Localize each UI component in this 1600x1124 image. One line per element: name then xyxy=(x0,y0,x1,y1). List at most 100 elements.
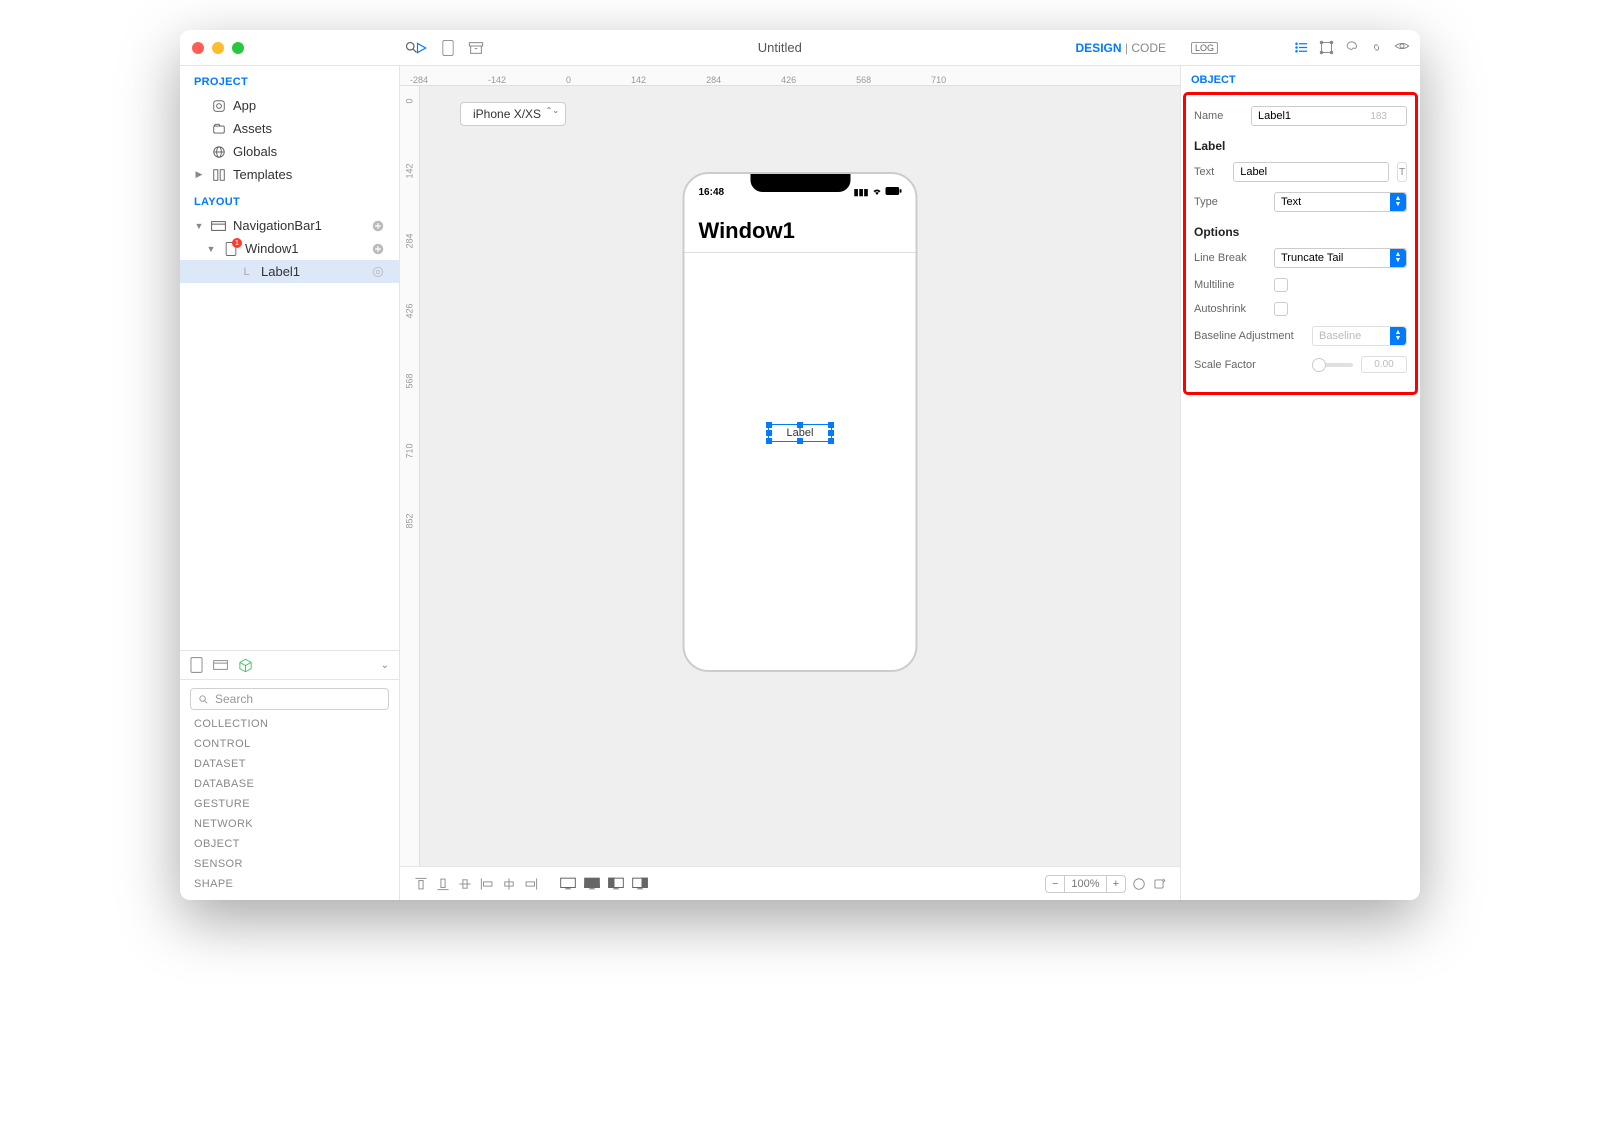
palette-category[interactable]: DATABASE xyxy=(190,770,389,790)
scalefactor-slider xyxy=(1312,363,1353,367)
tree-label: Window1 xyxy=(245,241,298,256)
name-id: 183 xyxy=(1370,111,1387,122)
layout-header: LAYOUT xyxy=(180,186,399,214)
name-label: Name xyxy=(1194,110,1243,122)
tree-label: Assets xyxy=(233,121,272,136)
palette-toolbar: ⌄ xyxy=(180,650,399,679)
device-icon[interactable] xyxy=(190,657,203,673)
align-bottom-icon[interactable] xyxy=(436,877,450,891)
palette-search[interactable]: Search xyxy=(190,688,389,710)
palette-category[interactable]: DATASET xyxy=(190,750,389,770)
autoshrink-label: Autoshrink xyxy=(1194,303,1266,315)
wifi-icon xyxy=(872,187,883,198)
type-select[interactable]: Text ▲▼ xyxy=(1274,192,1407,212)
globe-icon xyxy=(211,144,226,159)
baseline-select: Baseline ▲▼ xyxy=(1312,326,1407,346)
alignment-tools xyxy=(414,877,648,891)
navbar-small-icon[interactable] xyxy=(213,660,228,670)
type-label: Type xyxy=(1194,196,1266,208)
folder-icon xyxy=(211,121,226,136)
cube-icon[interactable] xyxy=(238,658,253,673)
minimize-icon[interactable] xyxy=(212,42,224,54)
zoom-icon[interactable] xyxy=(232,42,244,54)
zoom-value: 100% xyxy=(1065,876,1105,892)
palette-category[interactable]: SHAPE xyxy=(190,870,389,890)
baseline-label: Baseline Adjustment xyxy=(1194,330,1304,342)
autoshrink-checkbox[interactable] xyxy=(1274,302,1288,316)
device-selector[interactable]: iPhone X/XS xyxy=(460,102,566,126)
tree-item-assets[interactable]: Assets xyxy=(180,117,399,140)
inspector-header: OBJECT xyxy=(1181,66,1420,92)
time: 16:48 xyxy=(699,187,725,198)
badge: 1 xyxy=(232,238,242,248)
project-header: PROJECT xyxy=(180,66,399,94)
tree-item-templates[interactable]: ▶ Templates xyxy=(180,163,399,186)
ruler-vertical: 0 142 284 426 568 710 852 xyxy=(400,86,420,866)
tree-label: Label1 xyxy=(261,264,300,279)
rotate-icon[interactable] xyxy=(1152,877,1166,891)
tree-item-globals[interactable]: Globals xyxy=(180,140,399,163)
chevron-down-icon[interactable]: ⌄ xyxy=(381,660,389,671)
screen-icon[interactable] xyxy=(560,877,576,891)
window-icon: 1 xyxy=(223,241,238,256)
align-top-icon[interactable] xyxy=(414,877,428,891)
canvas[interactable]: iPhone X/XS 16:48 ▮▮▮ xyxy=(420,86,1180,866)
tree-item-app[interactable]: App xyxy=(180,94,399,117)
options-section: Options xyxy=(1194,217,1407,243)
linebreak-select[interactable]: Truncate Tail ▲▼ xyxy=(1274,248,1407,268)
bottom-toolbar: − 100% + xyxy=(400,866,1180,900)
add-icon[interactable] xyxy=(371,219,385,233)
battery-icon xyxy=(886,187,902,198)
selected-label[interactable]: Label xyxy=(768,424,833,442)
search-icon[interactable] xyxy=(404,40,419,55)
phone-mockup: 16:48 ▮▮▮ xyxy=(683,172,918,672)
tree-item-navigationbar[interactable]: ▼ NavigationBar1 xyxy=(180,214,399,237)
screen-icon[interactable] xyxy=(632,877,648,891)
label-section: Label xyxy=(1194,131,1407,157)
component-palette: Search COLLECTION CONTROL DATASET DATABA… xyxy=(180,679,399,900)
signal-icon: ▮▮▮ xyxy=(854,187,869,198)
multiline-checkbox[interactable] xyxy=(1274,278,1288,292)
screen-icon[interactable] xyxy=(584,877,600,891)
palette-category[interactable]: SENSOR xyxy=(190,850,389,870)
tree-label: NavigationBar1 xyxy=(233,218,322,233)
scalefactor-label: Scale Factor xyxy=(1194,359,1304,371)
notch xyxy=(750,174,850,192)
text-style-icon[interactable]: T xyxy=(1397,162,1407,182)
templates-icon xyxy=(211,167,226,182)
target-icon[interactable] xyxy=(371,265,385,279)
screen-icon[interactable] xyxy=(608,877,624,891)
highlighted-properties: Name 183 Label Text T Type Text xyxy=(1183,92,1418,395)
canvas-area: Untitled DESIGN | CODE -284 -142 0 142 2… xyxy=(400,66,1180,900)
tree-item-label[interactable]: L Label1 xyxy=(180,260,399,283)
status-icons: ▮▮▮ xyxy=(854,187,902,198)
text-field[interactable] xyxy=(1233,162,1389,182)
tree-item-window[interactable]: ▼ 1 Window1 xyxy=(180,237,399,260)
left-sidebar: PROJECT App Assets Globals ▶ Templates xyxy=(180,66,400,900)
palette-category[interactable]: OBJECT xyxy=(190,830,389,850)
text-label: Text xyxy=(1194,166,1225,178)
palette-category[interactable]: COLLECTION xyxy=(190,710,389,730)
zoom-out-button[interactable]: − xyxy=(1046,876,1065,892)
align-hcenter-icon[interactable] xyxy=(502,877,516,891)
palette-category[interactable]: CONTROL xyxy=(190,730,389,750)
label-icon: L xyxy=(239,264,254,279)
align-right-icon[interactable] xyxy=(524,877,538,891)
navbar-icon xyxy=(211,218,226,233)
search-placeholder: Search xyxy=(215,692,253,706)
align-vcenter-icon[interactable] xyxy=(458,877,472,891)
scalefactor-value: 0.00 xyxy=(1361,356,1407,373)
tree-label: App xyxy=(233,98,256,113)
palette-category[interactable]: GESTURE xyxy=(190,790,389,810)
add-icon[interactable] xyxy=(371,242,385,256)
align-left-icon[interactable] xyxy=(480,877,494,891)
close-icon[interactable] xyxy=(192,42,204,54)
app-window: PROJECT App Assets Globals ▶ Templates xyxy=(180,30,1420,900)
zoom-control[interactable]: − 100% + xyxy=(1045,875,1126,893)
palette-category[interactable]: NETWORK xyxy=(190,810,389,830)
tree-label: Templates xyxy=(233,167,292,182)
tree-label: Globals xyxy=(233,144,277,159)
fit-icon[interactable] xyxy=(1132,877,1146,891)
phone-navbar: Window1 xyxy=(685,200,916,253)
zoom-in-button[interactable]: + xyxy=(1106,876,1125,892)
